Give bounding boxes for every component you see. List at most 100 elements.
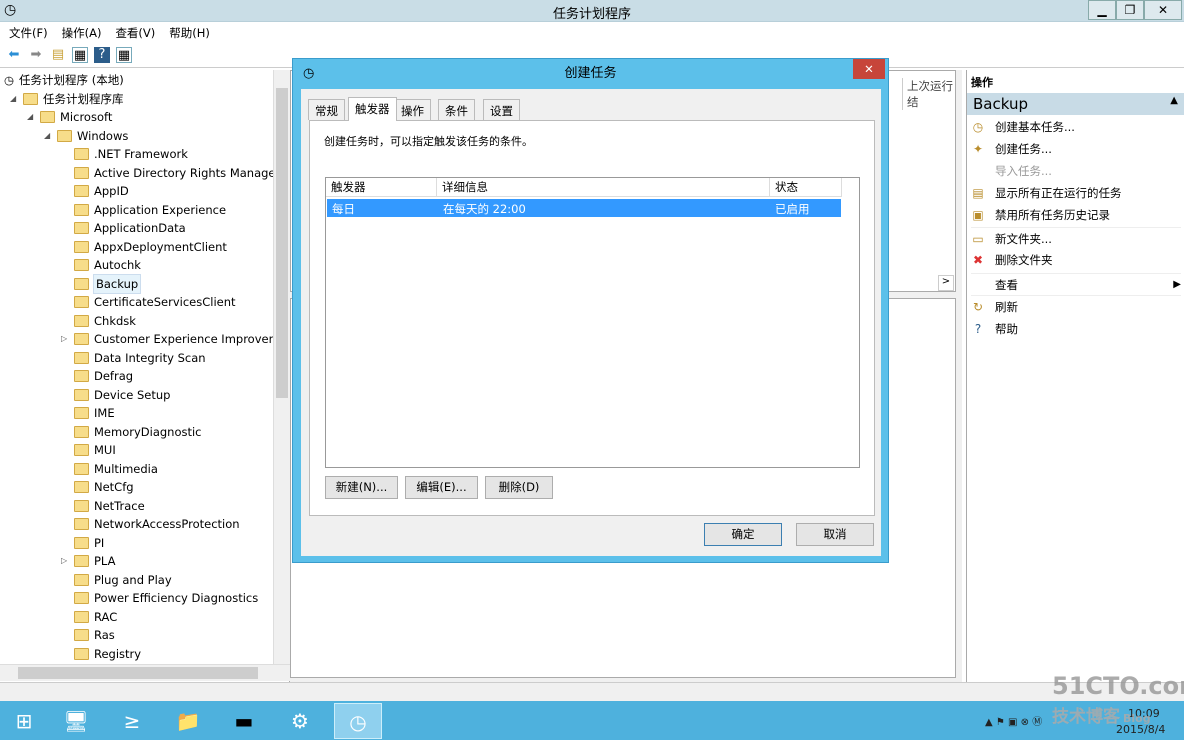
action-item[interactable]: ↻ 刷新 [971, 295, 1181, 317]
tree-root[interactable]: ◷ 任务计划程序 (本地) [4, 71, 124, 89]
start-icon[interactable]: ⊞ [0, 703, 48, 739]
tree-item[interactable]: PI [61, 534, 104, 552]
tree-item[interactable]: Ras [61, 626, 115, 644]
expand-icon[interactable]: ◢ [44, 127, 52, 145]
action-item[interactable]: ✦ 创建任务... [971, 138, 1181, 160]
dialog-close-button[interactable]: ✕ [853, 59, 885, 79]
actions-section-backup[interactable]: Backup ▲ [967, 93, 1184, 115]
scroll-right-button[interactable]: > [938, 275, 954, 291]
menu-action[interactable]: 操作(A) [62, 25, 102, 42]
server-manager-icon[interactable]: 🖥 [52, 703, 100, 739]
menu-help[interactable]: 帮助(H) [169, 25, 210, 42]
tree-item[interactable]: MemoryDiagnostic [61, 423, 202, 441]
column-status[interactable]: 状态 [770, 178, 842, 197]
tree-item[interactable]: MUI [61, 441, 116, 459]
expand-icon[interactable]: ◢ [27, 108, 35, 126]
folder-icon [40, 111, 55, 123]
up-folder-icon[interactable]: ▤ [50, 47, 66, 63]
tree-item[interactable]: Multimedia [61, 460, 158, 478]
title-bar: ◷ 任务计划程序 ▁ ❐ ✕ [0, 0, 1184, 22]
tree-item[interactable]: IME [61, 404, 115, 422]
tray-icons[interactable]: ▲ ⚑ ▣ ⊗ Ⓜ [985, 713, 1042, 728]
column-last-run[interactable]: 上次运行结 [902, 78, 962, 110]
tree-item[interactable]: Autochk [61, 256, 141, 274]
tree-vertical-scrollbar[interactable] [273, 70, 290, 664]
folder-icon [74, 388, 89, 401]
menu-file[interactable]: 文件(F) [9, 25, 48, 42]
tree-item[interactable]: Active Directory Rights Managem [61, 164, 287, 182]
action-item[interactable]: 查看 ▶ [971, 273, 1181, 295]
action-item[interactable]: ▤ 显示所有正在运行的任务 [971, 182, 1181, 204]
back-icon[interactable]: ⬅ [6, 47, 22, 63]
maximize-button[interactable]: ❐ [1116, 0, 1144, 20]
tree-item[interactable]: Application Experience [61, 201, 226, 219]
tab-triggers[interactable]: 触发器 [348, 97, 397, 121]
collapse-icon[interactable]: ▲ [1170, 95, 1178, 106]
tree-item[interactable]: Data Integrity Scan [61, 349, 206, 367]
tree-item[interactable]: .NET Framework [61, 145, 188, 163]
action-item[interactable]: ▭ 新文件夹... [971, 227, 1181, 249]
folder-icon [74, 462, 89, 475]
tree-item[interactable]: ▷ PLA [61, 552, 115, 570]
help-icon[interactable]: ? [94, 46, 110, 63]
table-row[interactable]: 每日 在每天的 22:00 已启用 [327, 199, 841, 217]
folder-icon [74, 314, 89, 327]
cancel-button[interactable]: 取消 [796, 523, 874, 546]
menu-view[interactable]: 查看(V) [115, 25, 155, 42]
submenu-arrow-icon: ▶ [1173, 278, 1181, 290]
tree-item[interactable]: NetTrace [61, 497, 145, 515]
tab-conditions[interactable]: 条件 [438, 99, 475, 120]
forward-icon[interactable]: ➡ [28, 47, 44, 63]
tree-horizontal-scrollbar[interactable] [0, 664, 290, 681]
tree-item[interactable]: NetCfg [61, 478, 134, 496]
action-item[interactable]: ▣ 禁用所有任务历史记录 [971, 204, 1181, 226]
edit-trigger-button[interactable]: 编辑(E)... [405, 476, 478, 499]
tree-item[interactable]: Registry [61, 645, 141, 663]
column-details[interactable]: 详细信息 [437, 178, 770, 197]
action-item[interactable]: ◷ 创建基本任务... [971, 116, 1181, 138]
tab-general[interactable]: 常规 [308, 99, 345, 120]
column-trigger[interactable]: 触发器 [326, 178, 437, 197]
action-item[interactable]: ? 帮助 [971, 318, 1181, 340]
tree-item[interactable]: CertificateServicesClient [61, 293, 236, 311]
folder-icon: ▭ [972, 231, 984, 246]
tree-library[interactable]: ◢ 任务计划程序库 [10, 90, 124, 108]
tree-item[interactable]: Power Efficiency Diagnostics [61, 589, 258, 607]
minimize-button[interactable]: ▁ [1088, 0, 1116, 20]
tree-item[interactable]: Plug and Play [61, 571, 172, 589]
tree-item[interactable]: ApplicationData [61, 219, 186, 237]
tree-item[interactable]: NetworkAccessProtection [61, 515, 240, 533]
tree-microsoft[interactable]: ◢ Microsoft [27, 108, 112, 126]
show-tree-icon[interactable]: ▦ [72, 46, 88, 63]
delete-trigger-button[interactable]: 删除(D) [485, 476, 553, 499]
action-item[interactable]: ✖ 删除文件夹 [971, 249, 1181, 271]
dialog-title: 创建任务 [564, 66, 617, 81]
close-button[interactable]: ✕ [1144, 0, 1182, 20]
ok-button[interactable]: 确定 [704, 523, 782, 546]
tree-item[interactable]: AppID [61, 182, 129, 200]
tab-actions[interactable]: 操作 [394, 99, 431, 120]
show-actions-icon[interactable]: ▦ [116, 46, 132, 63]
tree-view: ◷ 任务计划程序 (本地) ◢ 任务计划程序库 ◢ Microsoft ◢ Window… [0, 70, 290, 682]
expand-icon[interactable]: ▷ [61, 552, 69, 570]
powershell-icon[interactable]: ≥ [108, 703, 156, 739]
tree-item[interactable]: ▷ Customer Experience Improveme [61, 330, 287, 348]
expand-icon[interactable]: ▷ [61, 330, 69, 348]
task-icon: ✦ [972, 142, 984, 156]
expand-icon[interactable]: ◢ [10, 90, 18, 108]
task-scheduler-icon[interactable]: ◷ [334, 703, 382, 739]
new-trigger-button[interactable]: 新建(N)... [325, 476, 398, 499]
tree-item[interactable]: RAC [61, 608, 117, 626]
cmd-icon[interactable]: ▬ [220, 703, 268, 739]
tree-item[interactable]: Backup [61, 273, 142, 294]
explorer-icon[interactable]: 📁 [164, 703, 212, 739]
tree-windows[interactable]: ◢ Windows [44, 127, 128, 145]
tree-item[interactable]: Chkdsk [61, 312, 136, 330]
tree-item[interactable]: Device Setup [61, 386, 170, 404]
trigger-description: 创建任务时，可以指定触发该任务的条件。 [324, 135, 533, 148]
clock-icon: ◷ [303, 66, 315, 81]
tab-settings[interactable]: 设置 [483, 99, 520, 120]
tree-item[interactable]: Defrag [61, 367, 133, 385]
tree-item[interactable]: AppxDeploymentClient [61, 238, 227, 256]
network-icon[interactable]: ⚙ [276, 703, 324, 739]
